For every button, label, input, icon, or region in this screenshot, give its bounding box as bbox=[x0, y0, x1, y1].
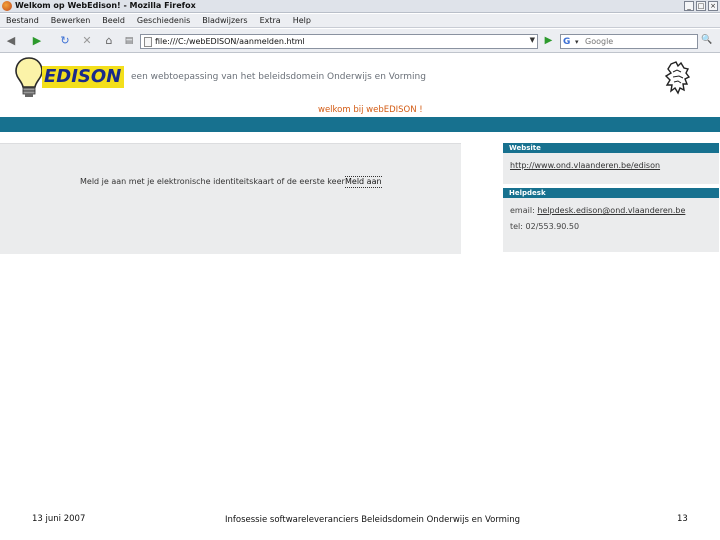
login-link[interactable]: Meld aan bbox=[345, 176, 382, 188]
print-icon[interactable]: ▤ bbox=[122, 34, 136, 48]
page-number: 13 bbox=[677, 514, 688, 524]
go-button[interactable]: ▶ bbox=[542, 34, 555, 48]
back-icon[interactable]: ◀ bbox=[4, 34, 18, 48]
menu-bewerken[interactable]: Bewerken bbox=[45, 14, 97, 27]
close-button[interactable]: × bbox=[708, 1, 718, 11]
url-input[interactable] bbox=[155, 35, 515, 48]
search-input[interactable] bbox=[585, 35, 695, 48]
window-title: Welkom op WebEdison! - Mozilla Firefox bbox=[15, 1, 196, 10]
login-panel bbox=[0, 143, 461, 254]
helpdesk-box: Helpdesk email: helpdesk.edison@ond.vlaa… bbox=[503, 188, 719, 252]
website-box: Website http://www.ond.vlaanderen.be/edi… bbox=[503, 143, 719, 184]
menu-extra[interactable]: Extra bbox=[254, 14, 287, 27]
forward-icon[interactable]: ▶ bbox=[30, 34, 44, 48]
page: Welkom op WebEdison! - Mozilla Firefox _… bbox=[0, 0, 720, 540]
window-titlebar: Welkom op WebEdison! - Mozilla Firefox _… bbox=[0, 0, 720, 13]
reload-icon[interactable]: ↻ bbox=[58, 34, 72, 48]
menu-geschiedenis[interactable]: Geschiedenis bbox=[131, 14, 196, 27]
url-dropdown-icon[interactable]: ▼ bbox=[530, 36, 535, 44]
website-body: http://www.ond.vlaanderen.be/edison bbox=[503, 153, 719, 184]
lightbulb-icon bbox=[15, 57, 43, 97]
header-band bbox=[0, 117, 720, 132]
menu-beeld[interactable]: Beeld bbox=[96, 14, 131, 27]
login-instruction: Meld je aan met je elektronische identit… bbox=[80, 177, 345, 186]
email-label: email: bbox=[510, 206, 535, 215]
website-title: Website bbox=[503, 143, 719, 153]
helpdesk-title: Helpdesk bbox=[503, 188, 719, 198]
menu-bestand[interactable]: Bestand bbox=[0, 14, 45, 27]
navigation-toolbar: ◀ ▶ ↻ ✕ ⌂ ▤ ▼ ▶ G ▾ 🔍 bbox=[0, 29, 720, 53]
helpdesk-body: email: helpdesk.edison@ond.vlaanderen.be… bbox=[503, 198, 719, 252]
menu-bar: Bestand Bewerken Beeld Geschiedenis Blad… bbox=[0, 14, 720, 28]
search-icon[interactable]: 🔍 bbox=[700, 35, 714, 47]
email-link[interactable]: helpdesk.edison@ond.vlaanderen.be bbox=[537, 206, 685, 215]
welcome-message: welkom bij webEDISON ! bbox=[318, 105, 423, 115]
maximize-button[interactable]: □ bbox=[696, 1, 706, 11]
search-box[interactable]: G ▾ bbox=[560, 34, 698, 49]
footer-date: 13 juni 2007 bbox=[32, 514, 86, 524]
search-engine-icon[interactable]: G bbox=[563, 36, 570, 48]
page-icon bbox=[144, 37, 152, 47]
telephone: tel: 02/553.90.50 bbox=[510, 222, 580, 231]
home-icon[interactable]: ⌂ bbox=[102, 34, 116, 48]
edison-logo: EDISON bbox=[42, 66, 124, 88]
flemish-lion-icon bbox=[664, 61, 691, 95]
stop-icon[interactable]: ✕ bbox=[80, 34, 94, 48]
window-controls: _ □ × bbox=[684, 1, 718, 11]
minimize-button[interactable]: _ bbox=[684, 1, 694, 11]
menu-help[interactable]: Help bbox=[287, 14, 317, 27]
search-engine-dropdown-icon[interactable]: ▾ bbox=[575, 36, 579, 48]
firefox-icon bbox=[2, 1, 12, 11]
website-link[interactable]: http://www.ond.vlaanderen.be/edison bbox=[510, 161, 660, 170]
menu-bladwijzers[interactable]: Bladwijzers bbox=[196, 14, 253, 27]
footer-caption: Infosessie softwareleveranciers Beleidsd… bbox=[225, 515, 521, 525]
tagline: een webtoepassing van het beleidsdomein … bbox=[131, 72, 426, 82]
url-bar[interactable]: ▼ bbox=[140, 34, 538, 49]
